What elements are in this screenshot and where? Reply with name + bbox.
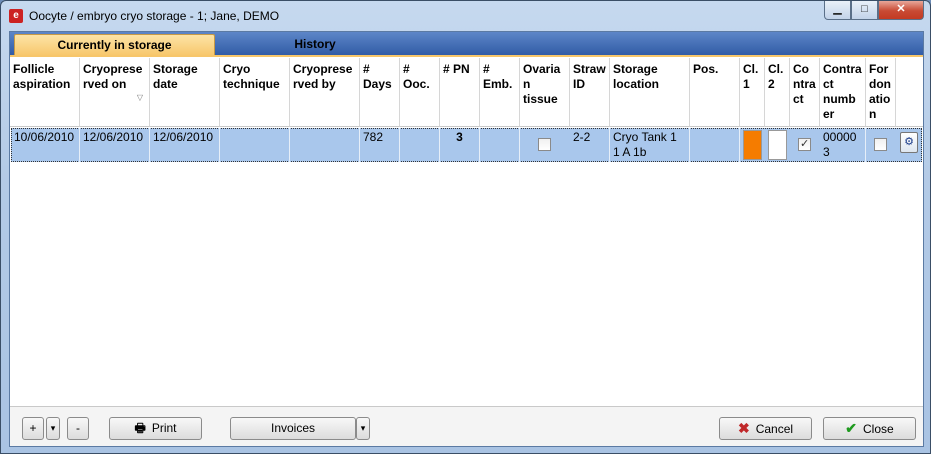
cell-pn[interactable]: 3 [440,128,480,162]
col-header-for-donation[interactable]: For donation [866,58,896,127]
col-header-storage-date[interactable]: Storage date [150,58,220,127]
title-bar: e Oocyte / embryo cryo storage - 1; Jane… [1,1,930,30]
print-label: Print [151,421,177,435]
cancel-x-icon: ✖ [737,420,750,436]
col-header-ovarian-tissue[interactable]: Ovarian tissue [520,58,570,127]
check-icon: ✔ [845,420,858,436]
col-header-straw-id[interactable]: Straw ID [570,58,610,127]
cell-emb[interactable] [480,128,520,162]
cell-storage-date[interactable]: 12/06/2010 [150,128,220,162]
invoices-button[interactable]: Invoices [230,417,356,440]
printer-icon: 🖶 [134,421,146,435]
col-header-ooc[interactable]: # Ooc. [400,58,440,127]
cl1-color-swatch[interactable] [743,130,762,160]
cell-days[interactable]: 782 [360,128,400,162]
col-header-days[interactable]: # Days [360,58,400,127]
for-donation-checkbox[interactable] [874,138,887,151]
sort-desc-icon: ▽ [136,93,143,102]
cl2-color-swatch[interactable] [768,130,787,160]
cell-straw-id[interactable]: 2-2 [570,128,610,162]
tab-history[interactable]: History [215,34,415,56]
tab-underline [10,55,923,57]
close-button[interactable]: ✔ Close [823,417,916,440]
add-dropdown-button[interactable]: ▾ [46,417,60,440]
col-header-label: Cryopreserved on [83,62,143,91]
col-header-pos[interactable]: Pos. [690,58,740,127]
col-header-cryo-technique[interactable]: Cryo technique [220,58,290,127]
cell-pos[interactable] [690,128,740,162]
client-area: Currently in storage History Follicle as… [9,31,924,447]
cell-cryopreserved-on[interactable]: 12/06/2010 [80,128,150,162]
cell-storage-location[interactable]: Cryo Tank 1 1 A 1b [610,128,690,162]
col-header-pn[interactable]: # PN [440,58,480,127]
app-icon: e [9,9,23,23]
col-header-cryopreserved-on[interactable]: Cryopreserved on ▽ [80,58,150,127]
cancel-button[interactable]: ✖ Cancel [719,417,812,440]
footer-toolbar: + ▾ - 🖶 Print Invoices ▾ ✖ Cancel ✔ Close [10,406,923,446]
col-header-emb[interactable]: # Emb. [480,58,520,127]
maximize-button[interactable]: □ [851,1,878,20]
cell-contract-number[interactable]: 000003 [820,128,866,162]
contract-checkbox[interactable] [798,137,811,151]
col-header-follicle-aspiration[interactable]: Follicle aspiration [10,58,80,127]
add-button[interactable]: + [22,417,44,440]
cell-follicle-aspiration[interactable]: 10/06/2010 [11,128,80,162]
close-label: Close [863,422,894,436]
col-header-storage-location[interactable]: Storage location [610,58,690,127]
ovarian-tissue-checkbox[interactable] [538,138,551,151]
col-header-cl1[interactable]: Cl. 1 [740,58,765,127]
invoices-dropdown-button[interactable]: ▾ [356,417,370,440]
cell-cryopreserved-by[interactable] [290,128,360,162]
col-header-contract-number[interactable]: Contract number [820,58,866,127]
tab-currently-in-storage[interactable]: Currently in storage [14,34,215,56]
col-header-cl2[interactable]: Cl. 2 [765,58,790,127]
cell-ooc[interactable] [400,128,440,162]
minimize-button[interactable]: ▁ [824,1,851,20]
tab-bar: Currently in storage History [10,32,923,57]
col-header-cryopreserved-by[interactable]: Cryopreserved by [290,58,360,127]
col-header-actions [896,58,923,127]
cancel-label: Cancel [755,422,794,436]
print-button[interactable]: 🖶 Print [109,417,202,440]
open-details-icon[interactable]: ⚙ [900,132,918,153]
cell-cryo-technique[interactable] [220,128,290,162]
close-window-button[interactable]: ✕ [878,1,924,20]
col-header-contract[interactable]: Contract [790,58,820,127]
cryo-storage-window: e Oocyte / embryo cryo storage - 1; Jane… [0,0,931,454]
remove-button[interactable]: - [67,417,89,440]
window-title: Oocyte / embryo cryo storage - 1; Jane, … [29,9,280,23]
window-controls: ▁ □ ✕ [824,1,924,20]
